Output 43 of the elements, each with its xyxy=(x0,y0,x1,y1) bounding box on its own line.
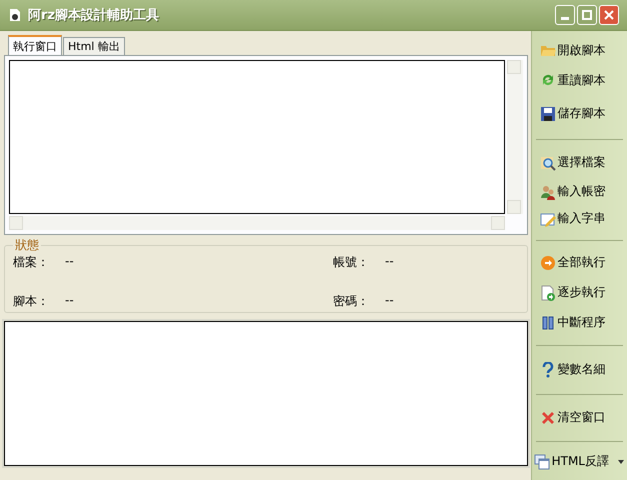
toolbar-button[interactable]: 中斷程序 xyxy=(534,308,625,337)
field-label: 帳號： xyxy=(333,254,369,271)
vertical-scrollbar[interactable] xyxy=(506,60,523,214)
group-title: 狀態 xyxy=(14,237,40,254)
field-label: 檔案： xyxy=(13,254,49,271)
pencil-icon xyxy=(540,210,556,227)
app-icon xyxy=(8,8,22,22)
tab[interactable]: Html 輸出 xyxy=(63,37,125,55)
toolbar-button[interactable]: 重讀腳本 xyxy=(534,63,625,97)
field-value: -- xyxy=(65,293,74,309)
close-icon xyxy=(604,10,614,20)
field-label: 腳本： xyxy=(13,293,49,310)
users-icon xyxy=(540,184,556,200)
windows-icon xyxy=(534,454,550,470)
horizontal-scrollbar[interactable] xyxy=(9,216,505,230)
toolbar-button[interactable]: 開啟腳本 xyxy=(534,37,625,64)
search-icon xyxy=(540,154,556,171)
field-value: -- xyxy=(385,293,394,309)
window-title: 阿rz腳本設計輔助工具 xyxy=(28,6,159,24)
close-button[interactable] xyxy=(599,5,619,25)
arrow-circle-icon xyxy=(540,254,556,271)
toolbar-button[interactable]: 輸入帳密 xyxy=(534,178,625,206)
toolbar-button[interactable]: 清空窗口 xyxy=(534,402,625,433)
toolbar-button[interactable]: 全部執行 xyxy=(534,248,625,278)
toolbar-button[interactable]: 逐步執行 xyxy=(534,277,625,309)
save-icon xyxy=(540,106,556,122)
tab[interactable]: 執行窗口 xyxy=(8,35,62,55)
toolbar-button[interactable]: 選擇檔案 xyxy=(534,148,625,178)
close-icon xyxy=(540,410,556,426)
field-value: -- xyxy=(385,254,394,270)
toolbar-button[interactable]: 變數名細 xyxy=(534,354,625,386)
minimize-icon xyxy=(561,16,569,20)
field-label: 密碼： xyxy=(333,293,369,310)
maximize-button[interactable] xyxy=(577,5,597,25)
maximize-icon xyxy=(582,10,592,20)
field-value: -- xyxy=(65,254,74,270)
document-arrow-icon xyxy=(540,284,556,301)
help-icon xyxy=(540,362,556,378)
toolbar-button[interactable]: 儲存腳本 xyxy=(534,96,625,131)
toolbar-button[interactable]: HTML反譯 xyxy=(534,450,625,474)
pause-icon xyxy=(540,314,556,331)
minimize-button[interactable] xyxy=(555,5,575,25)
toolbar-button[interactable]: 輸入字串 xyxy=(534,206,625,232)
